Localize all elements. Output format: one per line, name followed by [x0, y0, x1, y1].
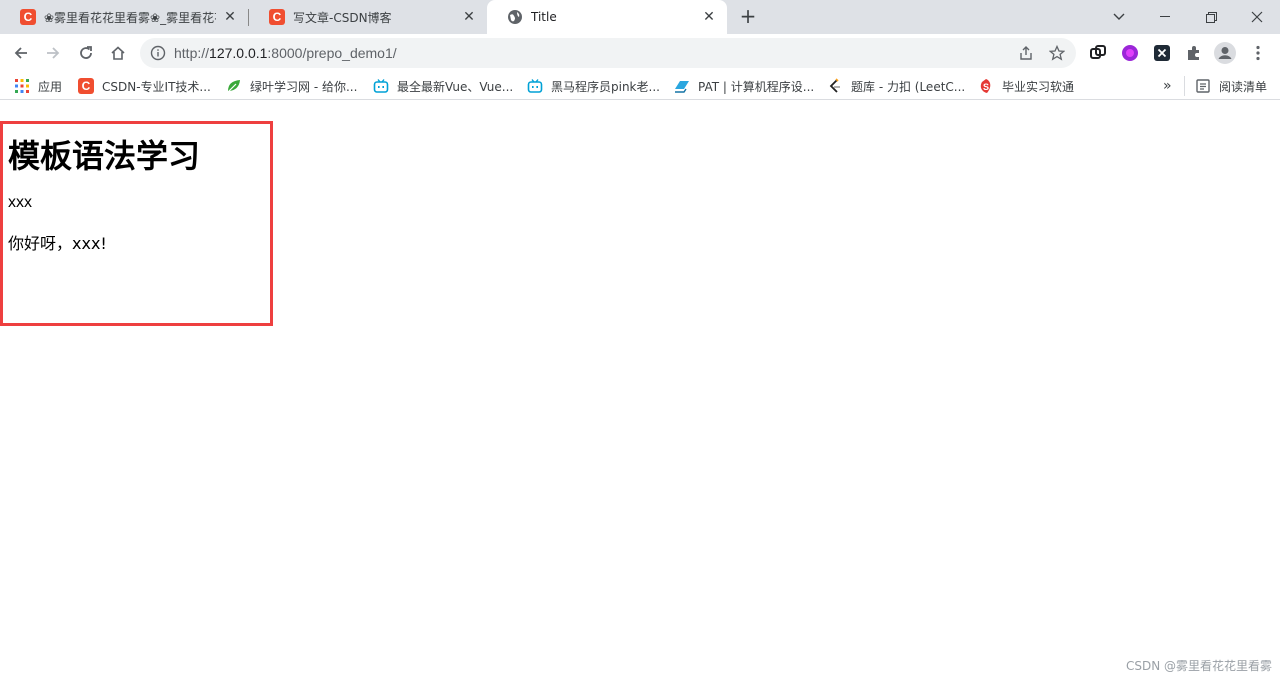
bookmarks-overflow-button[interactable]: »: [1163, 76, 1172, 96]
message-text: xxx: [8, 194, 32, 211]
isoftstone-icon: S: [980, 79, 991, 93]
reading-list-icon: [1196, 79, 1210, 93]
page-content: 模板语法学习 xxx 你好呀，xxx! CSDN @雾里看花花里看雾: [0, 105, 1280, 680]
share-icon[interactable]: [1016, 43, 1036, 63]
url-path: :8000/prepo_demo1/: [267, 45, 397, 61]
tab-write-article[interactable]: C 写文章-CSDN博客 ✕: [249, 0, 487, 34]
page-heading: 模板语法学习: [8, 137, 201, 175]
tab-title: 写文章-CSDN博客: [293, 10, 392, 25]
tab-title: ❀雾里看花花里看雾❀_雾里看花花: [44, 10, 216, 25]
bookmark-internship[interactable]: S 毕业实习软通: [978, 76, 1074, 96]
reload-button[interactable]: [73, 40, 99, 66]
browser-toolbar: http://127.0.0.1:8000/prepo_demo1/: [0, 34, 1280, 72]
new-tab-button[interactable]: +: [738, 6, 758, 28]
address-bar[interactable]: http://127.0.0.1:8000/prepo_demo1/: [140, 38, 1076, 68]
bookmarks-bar: 应用 C CSDN-专业IT技术... 绿叶学习网 - 给你... 最全最新Vu…: [0, 72, 1280, 100]
bookmark-leetcode[interactable]: 题库 - 力扣 (LeetC...: [827, 76, 965, 96]
reading-list-button[interactable]: 阅读清单: [1184, 76, 1267, 96]
bilibili-icon: [527, 79, 543, 93]
close-icon[interactable]: ✕: [701, 9, 717, 25]
tab-strip: C ❀雾里看花花里看雾❀_雾里看花花 ✕ C 写文章-CSDN博客 ✕ Titl…: [0, 0, 1280, 34]
url-scheme: http://: [174, 45, 210, 61]
pat-icon: [675, 81, 689, 93]
close-icon[interactable]: ✕: [461, 9, 477, 25]
home-button[interactable]: [105, 40, 131, 66]
csdn-icon: C: [78, 78, 94, 94]
bookmark-label: CSDN-专业IT技术...: [102, 79, 211, 94]
bilibili-icon: [373, 79, 389, 93]
watermark: CSDN @雾里看花花里看雾: [1125, 659, 1272, 673]
close-window-button[interactable]: [1234, 0, 1280, 34]
reading-list-label: 阅读清单: [1219, 79, 1268, 94]
forward-button[interactable]: [40, 40, 66, 66]
leetcode-icon: [829, 78, 840, 93]
bookmark-label: 黑马程序员pink老...: [551, 79, 660, 94]
puzzle-icon[interactable]: [1183, 42, 1205, 64]
bookmark-pat[interactable]: PAT | 计算机程序设...: [674, 76, 814, 96]
bookmark-label: 最全最新Vue、Vue...: [397, 79, 514, 94]
csdn-icon: C: [20, 9, 36, 25]
globe-icon: [508, 10, 522, 24]
info-icon[interactable]: [150, 45, 166, 61]
restore-button[interactable]: [1188, 0, 1234, 34]
bookmark-lvye[interactable]: 绿叶学习网 - 给你...: [226, 76, 357, 96]
bookmark-vue[interactable]: 最全最新Vue、Vue...: [373, 76, 513, 96]
tab-title-active[interactable]: Title ✕: [487, 0, 727, 34]
menu-kebab-icon[interactable]: [1247, 42, 1269, 64]
bookmark-label: PAT | 计算机程序设...: [698, 79, 815, 94]
greeting-text: 你好呀，xxx!: [8, 234, 107, 253]
arrow-left-icon: [14, 47, 27, 59]
home-icon: [111, 46, 125, 60]
tab-search-button[interactable]: [1096, 0, 1142, 34]
arrow-right-icon: [47, 47, 60, 59]
reload-icon: [80, 46, 92, 59]
extension-link-icon[interactable]: [1087, 42, 1109, 64]
apps-grid-icon: [15, 79, 29, 93]
url-text[interactable]: http://127.0.0.1:8000/prepo_demo1/: [174, 45, 397, 61]
url-host: 127.0.0.1: [209, 45, 268, 61]
svg-text:S: S: [983, 82, 989, 92]
leaf-icon: [227, 80, 240, 93]
bookmark-apps[interactable]: 应用: [14, 76, 62, 96]
bookmark-label: 题库 - 力扣 (LeetC...: [851, 79, 966, 94]
back-button[interactable]: [8, 40, 34, 66]
minimize-icon: [1160, 16, 1170, 17]
extension-x-icon[interactable]: [1151, 42, 1173, 64]
csdn-icon: C: [269, 9, 285, 25]
close-icon[interactable]: ✕: [222, 9, 238, 25]
star-icon[interactable]: [1047, 43, 1067, 63]
bookmark-heima[interactable]: 黑马程序员pink老...: [527, 76, 660, 96]
close-icon: [1251, 11, 1263, 23]
tab-title: Title: [531, 10, 557, 24]
bookmark-csdn[interactable]: C CSDN-专业IT技术...: [78, 76, 211, 96]
minimize-button[interactable]: [1142, 0, 1188, 34]
chevron-down-icon: [1113, 13, 1125, 20]
restore-icon: [1205, 11, 1217, 23]
overflow-chevron-icon: »: [1163, 78, 1172, 94]
bookmark-label: 应用: [38, 79, 63, 94]
bookmark-label: 绿叶学习网 - 给你...: [250, 79, 358, 94]
tab-csdn-blog[interactable]: C ❀雾里看花花里看雾❀_雾里看花花 ✕: [0, 0, 248, 34]
profile-avatar-icon[interactable]: [1214, 42, 1236, 64]
bookmark-label: 毕业实习软通: [1002, 79, 1075, 94]
extension-purple-icon[interactable]: [1119, 42, 1141, 64]
